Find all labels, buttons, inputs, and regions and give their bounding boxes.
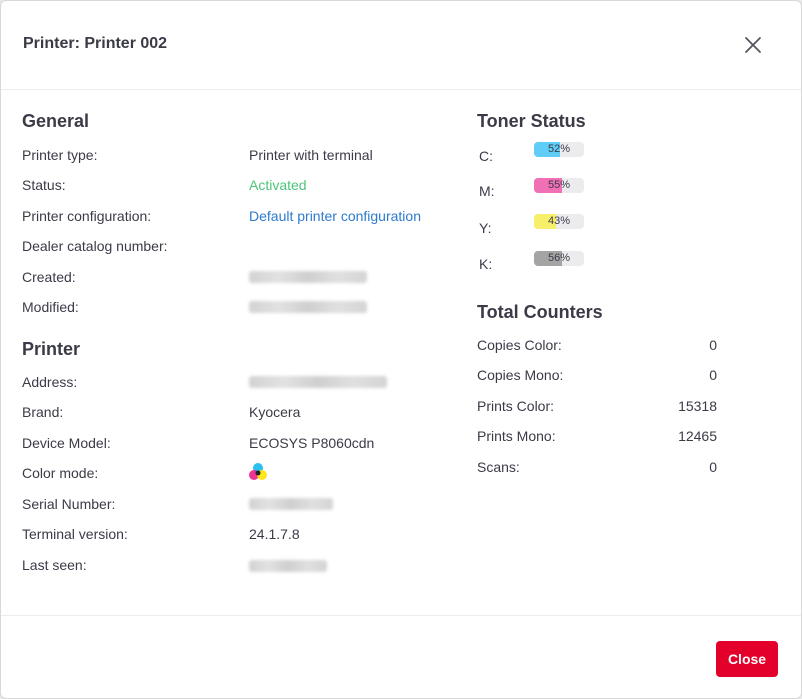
printer-section-title: Printer: [22, 339, 81, 359]
prints-color-value: 15318: [678, 398, 717, 414]
scans-value: 0: [709, 459, 717, 475]
copies-mono-value: 0: [709, 367, 717, 383]
cmyk-color-icon: [248, 462, 270, 482]
printer-type-value: Printer with terminal: [249, 147, 373, 163]
device-model-value: ECOSYS P8060cdn: [249, 435, 375, 451]
toner-y-bar: 43%: [534, 214, 584, 229]
status-value: Activated: [249, 177, 307, 193]
toner-c-percent: 52%: [547, 143, 571, 155]
status-label: Status:: [22, 177, 66, 193]
printer-configuration-link[interactable]: Default printer configuration: [249, 208, 421, 224]
created-value-redacted: [249, 271, 367, 283]
toner-m-label: M:: [479, 183, 495, 199]
toner-y-label: Y:: [479, 220, 492, 236]
copies-color-label: Copies Color:: [477, 337, 562, 353]
created-label: Created:: [22, 269, 76, 285]
dialog-title: Printer: Printer 002: [23, 35, 168, 52]
total-counters-title: Total Counters: [477, 302, 603, 322]
general-section-title: General: [22, 111, 90, 131]
toner-y-percent: 43%: [547, 215, 571, 227]
last-seen-value-redacted: [249, 560, 327, 572]
printer-type-label: Printer type:: [22, 147, 98, 163]
brand-label: Brand:: [22, 404, 64, 420]
toner-k-bar: 56%: [534, 251, 584, 266]
copies-mono-label: Copies Mono:: [477, 367, 564, 383]
close-icon[interactable]: [741, 33, 765, 57]
prints-color-label: Prints Color:: [477, 398, 555, 414]
address-value-redacted: [249, 376, 387, 388]
terminal-version-value: 24.1.7.8: [249, 526, 300, 542]
toner-m-percent: 55%: [547, 179, 571, 191]
modified-label: Modified:: [22, 299, 79, 315]
toner-k-label: K:: [479, 256, 493, 272]
toner-k-percent: 56%: [547, 252, 571, 264]
toner-c-label: C:: [479, 148, 493, 164]
dealer-catalog-number-label: Dealer catalog number:: [22, 238, 168, 254]
toner-status-title: Toner Status: [477, 111, 586, 131]
terminal-version-label: Terminal version:: [22, 526, 128, 542]
prints-mono-label: Prints Mono:: [477, 428, 556, 444]
modified-value-redacted: [249, 301, 367, 313]
dialog-footer: Close: [1, 615, 801, 698]
serial-number-value-redacted: [249, 498, 333, 510]
copies-color-value: 0: [709, 337, 717, 353]
close-button[interactable]: Close: [716, 641, 778, 677]
prints-mono-value: 12465: [678, 428, 717, 444]
toner-m-bar: 55%: [534, 178, 584, 193]
color-mode-label: Color mode:: [22, 465, 99, 481]
scans-label: Scans:: [477, 459, 520, 475]
last-seen-label: Last seen:: [22, 557, 87, 573]
device-model-label: Device Model:: [22, 435, 111, 451]
brand-value: Kyocera: [249, 404, 301, 420]
dialog-header: Printer: Printer 002: [1, 1, 801, 90]
serial-number-label: Serial Number:: [22, 496, 116, 512]
toner-c-bar: 52%: [534, 142, 584, 157]
address-label: Address:: [22, 374, 78, 390]
printer-configuration-label: Printer configuration:: [22, 208, 152, 224]
printer-details-dialog: Printer: Printer 002 General Printer typ…: [0, 0, 802, 699]
